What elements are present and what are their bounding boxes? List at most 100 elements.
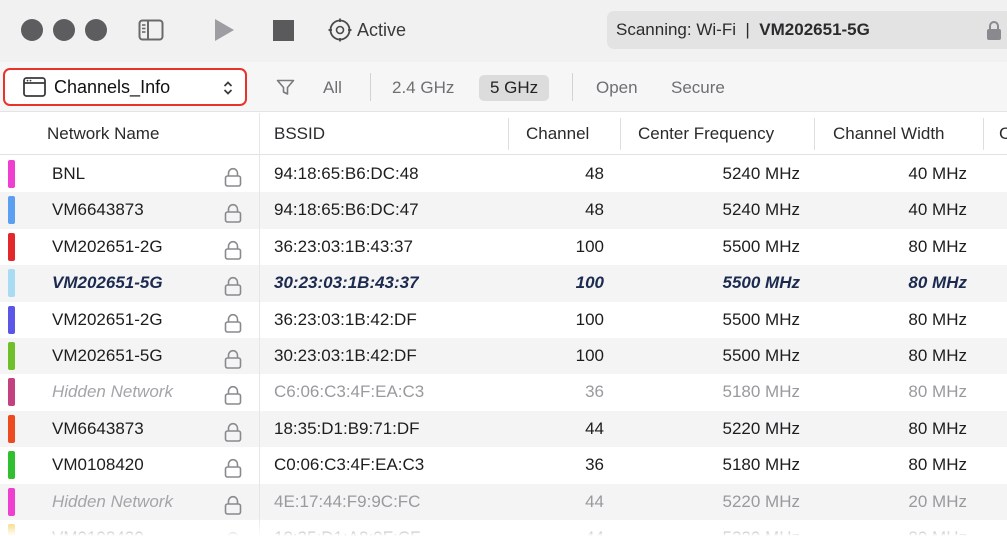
column-divider[interactable] bbox=[508, 118, 509, 150]
filter-chip-all[interactable]: All bbox=[323, 75, 342, 101]
channel-width-cell: 80 MHz bbox=[816, 520, 967, 536]
lock-icon bbox=[224, 310, 242, 333]
channel-width-cell: 80 MHz bbox=[908, 418, 967, 438]
channel-width-cell: 20 MHz bbox=[908, 491, 967, 511]
table-row[interactable]: Hidden Network 4E:17:44:F9:9C:FC 44 5220 MH… bbox=[0, 483, 1007, 520]
column-header-channel[interactable]: Channel bbox=[526, 124, 589, 144]
bssid-cell: 4E:17:44:F9:9C:FC bbox=[274, 491, 421, 511]
network-color-swatch bbox=[8, 414, 15, 443]
channel-width-cell: 80 MHz bbox=[908, 382, 967, 402]
lock-icon bbox=[224, 200, 242, 224]
scanning-prefix: Scanning: Wi-Fi | bbox=[616, 20, 760, 39]
column-header-center-frequency[interactable]: Center Frequency bbox=[638, 124, 774, 144]
network-name-cell: Hidden Network bbox=[52, 382, 173, 402]
filter-divider bbox=[370, 73, 371, 101]
scanning-status-text: Scanning: Wi-Fi | VM202651-5G bbox=[616, 19, 870, 41]
chevron-updown-icon[interactable] bbox=[222, 79, 234, 97]
network-color-swatch bbox=[8, 378, 15, 407]
network-name-cell: VM6643873 bbox=[52, 200, 144, 220]
center-frequency-cell: 5500 MHz bbox=[722, 273, 800, 293]
table-row[interactable]: VM202651-5G 30:23:03:1B:42:DF 100 5500 MHz 8… bbox=[0, 338, 1007, 375]
filter-chip-open[interactable]: Open bbox=[596, 75, 638, 101]
center-frequency-cell: 5220 MHz bbox=[620, 520, 800, 536]
stop-icon[interactable] bbox=[272, 19, 294, 41]
channel-cell: 48 bbox=[585, 164, 604, 183]
filter-divider bbox=[572, 73, 573, 101]
channel-width-cell: 80 MHz bbox=[908, 346, 967, 365]
network-color-swatch bbox=[8, 305, 15, 334]
column-header-network-name[interactable]: Network Name bbox=[47, 124, 159, 144]
view-selector-label: Channels_Info bbox=[54, 77, 171, 97]
center-frequency-cell: 5240 MHz bbox=[722, 200, 800, 220]
channel-width-cell: 80 MHz bbox=[908, 236, 967, 256]
channel-width-cell: 40 MHz bbox=[908, 200, 967, 220]
lock-icon bbox=[224, 419, 242, 442]
window-zoom-button[interactable] bbox=[85, 19, 107, 41]
channel-cell: 100 bbox=[575, 236, 604, 256]
window-close-button[interactable] bbox=[21, 19, 43, 41]
center-frequency-cell: 5220 MHz bbox=[722, 491, 800, 511]
table-row[interactable]: VM0108420 C0:06:C3:4F:EA:C3 36 5180 MHz 80 M… bbox=[0, 447, 1007, 483]
bssid-cell: C6:06:C3:4F:EA:C3 bbox=[274, 382, 425, 402]
bssid-cell: 94:18:65:B6:DC:47 bbox=[274, 200, 419, 220]
network-name-cell: VM0108420 bbox=[52, 520, 144, 536]
network-name-cell: VM0108420 bbox=[52, 455, 144, 475]
network-color-swatch bbox=[8, 160, 15, 188]
network-color-swatch bbox=[8, 196, 15, 225]
channel-cell: 100 bbox=[575, 346, 604, 365]
table-row[interactable]: Hidden Network C6:06:C3:4F:EA:C3 36 5180 MH… bbox=[0, 374, 1007, 410]
channel-cell: 44 bbox=[585, 418, 604, 438]
column-divider[interactable] bbox=[814, 118, 815, 150]
channel-cell: 36 bbox=[585, 455, 604, 475]
center-frequency-cell: 5500 MHz bbox=[722, 309, 800, 329]
table-row[interactable]: VM0108420 18:35:D1:A8:9F:CF 44 5220 MHz 80 M… bbox=[0, 520, 1007, 536]
network-color-swatch bbox=[8, 342, 15, 370]
sidebar-toggle-icon[interactable] bbox=[138, 18, 164, 42]
bssid-cell: 36:23:03:1B:42:DF bbox=[274, 309, 417, 329]
table-row[interactable]: VM202651-2G 36:23:03:1B:43:37 100 5500 MHz 8… bbox=[0, 229, 1007, 265]
scanning-network-name: VM202651-5G bbox=[759, 20, 870, 39]
network-color-swatch bbox=[8, 451, 15, 480]
center-frequency-cell: 5500 MHz bbox=[722, 346, 800, 365]
channel-width-cell: 40 MHz bbox=[908, 164, 967, 183]
channel-cell: 36 bbox=[585, 382, 604, 402]
channel-cell: 44 bbox=[506, 520, 604, 536]
filter-chip-5ghz[interactable]: 5 GHz bbox=[479, 75, 550, 101]
lock-icon bbox=[224, 237, 242, 260]
filter-icon[interactable] bbox=[275, 77, 295, 97]
column-header-truncated[interactable]: C bbox=[999, 124, 1007, 144]
table-row[interactable]: BNL 94:18:65:B6:DC:48 48 5240 MHz 40 MHz bbox=[0, 156, 1007, 192]
center-frequency-cell: 5180 MHz bbox=[722, 455, 800, 475]
network-name-cell: BNL bbox=[52, 164, 86, 183]
channel-cell: 48 bbox=[585, 200, 604, 220]
column-header-bssid[interactable]: BSSID bbox=[274, 124, 325, 144]
center-frequency-cell: 5500 MHz bbox=[722, 236, 800, 256]
network-name-cell: VM202651-5G bbox=[52, 346, 163, 365]
bssid-cell: C0:06:C3:4F:EA:C3 bbox=[274, 455, 425, 475]
table-row[interactable]: VM202651-2G 36:23:03:1B:42:DF 100 5500 MHz 8… bbox=[0, 302, 1007, 338]
window-minimize-button[interactable] bbox=[53, 19, 75, 41]
network-color-swatch bbox=[8, 269, 15, 298]
network-name-cell: VM202651-5G bbox=[52, 273, 163, 293]
channel-width-cell: 80 MHz bbox=[908, 455, 967, 475]
filter-chip-secure[interactable]: Secure bbox=[671, 75, 725, 101]
bssid-cell: 36:23:03:1B:43:37 bbox=[274, 236, 413, 256]
table-row[interactable]: VM6643873 18:35:D1:B9:71:DF 44 5220 MHz 80 M… bbox=[0, 410, 1007, 448]
column-divider[interactable] bbox=[983, 118, 984, 150]
network-color-swatch bbox=[8, 487, 15, 516]
column-divider[interactable] bbox=[620, 118, 621, 150]
play-icon[interactable] bbox=[212, 18, 236, 42]
column-header-channel-width[interactable]: Channel Width bbox=[833, 124, 945, 144]
channel-width-cell: 80 MHz bbox=[908, 273, 967, 293]
filter-chip-2-4ghz[interactable]: 2.4 GHz bbox=[392, 75, 454, 101]
table-row[interactable]: VM202651-5G 30:23:03:1B:43:37 100 5500 MHz 8… bbox=[0, 265, 1007, 302]
center-frequency-cell: 5180 MHz bbox=[722, 382, 800, 402]
table-row[interactable]: VM6643873 94:18:65:B6:DC:47 48 5240 MHz 40 M… bbox=[0, 192, 1007, 229]
network-name-cell: VM202651-2G bbox=[52, 236, 163, 256]
bssid-cell: 18:35:D1:B9:71:DF bbox=[274, 418, 420, 438]
network-name-cell: VM6643873 bbox=[52, 418, 144, 438]
lock-icon bbox=[224, 273, 242, 296]
channel-cell: 100 bbox=[575, 273, 604, 293]
network-name-cell: VM202651-2G bbox=[52, 309, 163, 329]
lock-icon bbox=[224, 455, 242, 478]
